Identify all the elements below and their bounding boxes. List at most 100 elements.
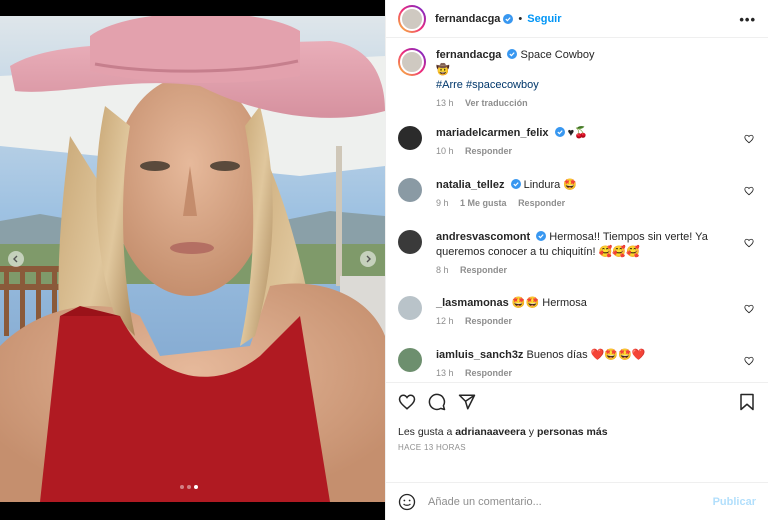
comment-content: 🤩🤩 Hermosa [511, 297, 587, 309]
caption-emoji: 🤠 [436, 64, 450, 76]
post-photo [0, 16, 385, 502]
likes-others[interactable]: personas más [537, 426, 608, 438]
commenter-avatar[interactable] [398, 178, 422, 202]
likes-prefix: Les gusta a [398, 426, 453, 438]
publish-button[interactable]: Publicar [713, 496, 756, 508]
comments-list: fernandacga Space Cowboy 🤠 #Arre #spacec… [386, 38, 768, 382]
bookmark-icon[interactable] [738, 393, 756, 411]
comment-meta: 13 h Responder [436, 368, 754, 378]
heart-icon[interactable] [398, 393, 416, 411]
hashtag-link[interactable]: #Arre [436, 79, 463, 91]
caption-row: fernandacga Space Cowboy 🤠 #Arre #spacec… [398, 48, 754, 116]
verified-icon [503, 13, 514, 24]
caption-username[interactable]: fernandacga [436, 49, 501, 61]
caption-author-avatar-image [400, 50, 424, 74]
carousel-prev-button[interactable] [8, 251, 24, 267]
comment-text: iamluis_sanch3z Buenos días ❤️🤩🤩❤️ [436, 348, 754, 363]
carousel-dot [187, 485, 191, 489]
comment-username[interactable]: mariadelcarmen_felix [436, 127, 549, 139]
follow-button[interactable]: Seguir [527, 13, 561, 25]
caption-text: fernandacga Space Cowboy [436, 48, 754, 63]
comment-meta: 12 h Responder [436, 316, 754, 326]
verified-icon [510, 179, 521, 189]
post-side-panel: fernandacga • Seguir ••• fernandacga Spa… [385, 0, 768, 520]
comment-body: _lasmamonas 🤩🤩 Hermosa 12 h Responder [436, 296, 754, 326]
post-header: fernandacga • Seguir ••• [386, 0, 768, 38]
comment-meta: 10 h Responder [436, 146, 754, 156]
comment-body: andresvascomont Hermosa!! Tiempos sin ve… [436, 230, 754, 275]
more-options-icon[interactable]: ••• [739, 12, 756, 27]
comment-text: mariadelcarmen_felix ♥🍒 [436, 126, 754, 141]
comment-item: andresvascomont Hermosa!! Tiempos sin ve… [398, 230, 754, 296]
comment-content: Buenos días ❤️🤩🤩❤️ [526, 349, 646, 361]
share-icon[interactable] [458, 393, 476, 411]
commenter-avatar[interactable] [398, 296, 422, 320]
comment-body: iamluis_sanch3z Buenos días ❤️🤩🤩❤️ 13 h … [436, 348, 754, 378]
likes-user[interactable]: adrianaaveera [455, 426, 526, 438]
comment-item: mariadelcarmen_felix ♥🍒 10 h Responder [398, 126, 754, 178]
caption-time: 13 h [436, 98, 454, 108]
carousel-indicator [180, 485, 198, 489]
verified-icon [507, 49, 518, 59]
comment-item: natalia_tellez Lindura 🤩 9 h 1 Me gusta … [398, 178, 754, 230]
verified-icon [536, 231, 547, 241]
comment-username[interactable]: andresvascomont [436, 231, 530, 243]
author-avatar-image [400, 6, 424, 31]
hashtag-link[interactable]: #spacecowboy [466, 79, 539, 91]
heart-icon[interactable] [744, 356, 754, 366]
comment-body: mariadelcarmen_felix ♥🍒 10 h Responder [436, 126, 754, 156]
comment-body: natalia_tellez Lindura 🤩 9 h 1 Me gusta … [436, 178, 754, 208]
comment-username[interactable]: iamluis_sanch3z [436, 349, 523, 361]
chevron-left-icon [13, 255, 18, 263]
post-media [0, 0, 385, 520]
reply-button[interactable]: Responder [465, 368, 512, 378]
comment-content: ♥🍒 [567, 127, 588, 139]
comment-time: 10 h [436, 146, 454, 156]
caption-meta: 13 h Ver traducción [436, 98, 754, 108]
commenter-avatar[interactable] [398, 348, 422, 372]
commenter-avatar[interactable] [398, 126, 422, 150]
comment-time: 9 h [436, 198, 449, 208]
comment-content: Lindura 🤩 [523, 179, 578, 191]
reply-button[interactable]: Responder [460, 265, 507, 275]
carousel-dot [180, 485, 184, 489]
reply-button[interactable]: Responder [518, 198, 565, 208]
commenter-avatar[interactable] [398, 230, 422, 254]
likes-and: y [528, 426, 535, 438]
carousel-next-button[interactable] [360, 251, 376, 267]
comment-meta: 9 h 1 Me gusta Responder [436, 198, 754, 208]
post-timestamp: HACE 13 HORAS [398, 443, 466, 452]
comment-time: 13 h [436, 368, 454, 378]
caption-author-avatar[interactable] [398, 48, 426, 76]
caption-body: fernandacga Space Cowboy 🤠 #Arre #spacec… [436, 48, 754, 108]
emoji-icon[interactable] [398, 493, 416, 511]
likes-summary[interactable]: Les gusta a adrianaaveera y personas más [398, 426, 608, 438]
post-actions: Les gusta a adrianaaveera y personas más… [386, 382, 768, 482]
author-username[interactable]: fernandacga [435, 13, 500, 25]
comment-item: iamluis_sanch3z Buenos días ❤️🤩🤩❤️ 13 h … [398, 348, 754, 382]
comment-likes[interactable]: 1 Me gusta [460, 198, 507, 208]
comment-time: 12 h [436, 316, 454, 326]
heart-icon[interactable] [744, 238, 754, 248]
instagram-post-modal: fernandacga • Seguir ••• fernandacga Spa… [0, 0, 768, 520]
comment-text: andresvascomont Hermosa!! Tiempos sin ve… [436, 230, 754, 260]
comment-text: natalia_tellez Lindura 🤩 [436, 178, 754, 193]
comment-item: _lasmamonas 🤩🤩 Hermosa 12 h Responder [398, 296, 754, 348]
carousel-dot-active [194, 485, 198, 489]
caption-title: Space Cowboy [520, 49, 595, 61]
comment-icon[interactable] [428, 393, 446, 411]
translate-link[interactable]: Ver traducción [465, 98, 528, 108]
add-comment-bar: Añade un comentario... Publicar [386, 482, 768, 520]
heart-icon[interactable] [744, 186, 754, 196]
heart-icon[interactable] [744, 304, 754, 314]
heart-icon[interactable] [744, 134, 754, 144]
author-avatar[interactable] [398, 4, 426, 33]
comment-time: 8 h [436, 265, 449, 275]
comment-input[interactable]: Añade un comentario... [428, 496, 713, 508]
comment-username[interactable]: _lasmamonas [436, 297, 509, 309]
reply-button[interactable]: Responder [465, 316, 512, 326]
reply-button[interactable]: Responder [465, 146, 512, 156]
chevron-right-icon [366, 255, 371, 263]
comment-meta: 8 h Responder [436, 265, 754, 275]
comment-username[interactable]: natalia_tellez [436, 179, 504, 191]
